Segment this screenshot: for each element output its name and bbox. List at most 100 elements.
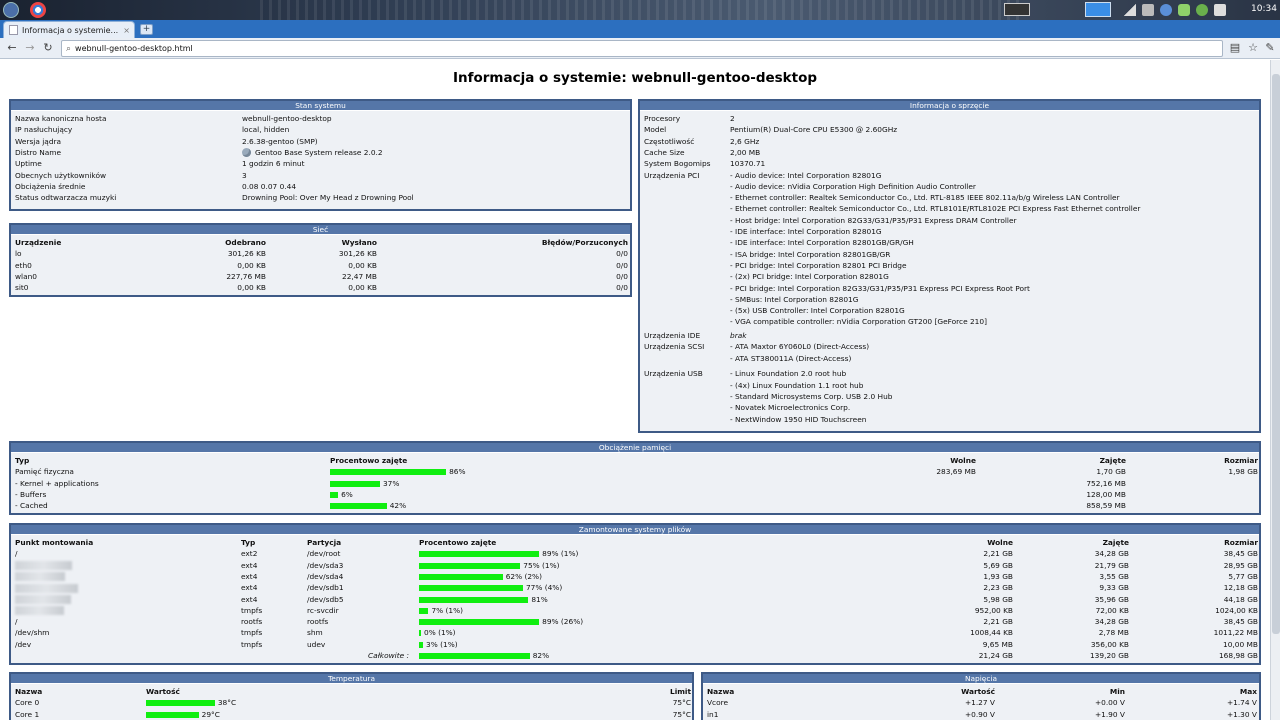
used: 3,55 GB: [1099, 571, 1129, 581]
row-value: 10370.71: [730, 159, 766, 169]
usage-bar: [419, 562, 521, 569]
search-icon: ⌕: [66, 43, 72, 54]
row-value: 3: [242, 170, 247, 181]
forward-icon[interactable]: →: [23, 41, 37, 55]
table-row: wlan0 227,76 MB 22,47 MB 0/0: [11, 271, 630, 282]
col-header: Procentowo zajęte: [419, 538, 497, 547]
battery-icon[interactable]: [1214, 4, 1226, 16]
panel-title: Sieć: [11, 225, 630, 235]
usb-device: - Novatek Microelectronics Corp.: [640, 402, 1259, 413]
row-label: Cache Size: [644, 147, 685, 157]
usage-cell: 37%: [330, 478, 399, 489]
redacted-mount-point: [15, 605, 64, 616]
used: 21,79 GB: [1094, 560, 1129, 570]
table-row: sit0 0,00 KB 0,00 KB 0/0: [11, 282, 630, 293]
workspace-active[interactable]: [1085, 2, 1111, 17]
device-name: - Ethernet controller: Realtek Semicondu…: [730, 193, 1120, 203]
usage-cell: 42%: [330, 500, 406, 511]
usage-percent: 89% (1%): [542, 549, 579, 559]
usb-device: - Standard Microsystems Corp. USB 2.0 Hu…: [640, 391, 1259, 402]
size: 44,18 GB: [1223, 594, 1258, 604]
used: 72,00 KB: [1095, 605, 1129, 615]
device-name: - Linux Foundation 2.0 root hub: [730, 369, 847, 379]
row-value: 1 godzin 6 minut: [242, 158, 305, 169]
received: 301,26 KB: [227, 249, 266, 259]
device-name: - PCI bridge: Intel Corporation 82801 PC…: [730, 260, 907, 270]
back-icon[interactable]: ←: [5, 41, 19, 55]
volume-icon[interactable]: [1142, 4, 1154, 16]
new-tab-button[interactable]: +: [140, 24, 153, 35]
vertical-scrollbar[interactable]: [1270, 60, 1280, 720]
clock[interactable]: 10:34: [1251, 4, 1277, 14]
close-tab-icon[interactable]: ×: [123, 26, 130, 35]
page-menu-icon[interactable]: ▤: [1228, 41, 1242, 55]
received: 227,76 MB: [226, 271, 266, 281]
sensor-name: Core 1: [15, 709, 40, 719]
memory-type: - Buffers: [15, 489, 47, 499]
col-header: Rozmiar: [1224, 456, 1258, 465]
filesystems-panel: Zamontowane systemy plików Punkt montowa…: [9, 523, 1261, 665]
pci-device: - PCI bridge: Intel Corporation 82G33/G3…: [640, 283, 1259, 294]
page-favicon-icon: [9, 25, 18, 35]
size: 28,95 GB: [1223, 560, 1258, 570]
network-icon[interactable]: [1178, 4, 1190, 16]
scsi-device: - ATA Maxtor 6Y060L0 (Direct-Access): [640, 341, 1259, 352]
system-status-panel: Stan systemu Nazwa kanoniczna hosta webnu…: [9, 99, 632, 211]
table-row: Pamięć fizyczna 86% 283,69 MB 1,70 GB 1,98 G…: [11, 466, 1259, 477]
row-value-text: webnull-gentoo-desktop: [242, 114, 332, 123]
used: 35,96 GB: [1094, 594, 1129, 604]
menu-icon[interactable]: [3, 2, 19, 18]
usb-device: - NextWindow 1950 HID Touchscreen: [640, 414, 1259, 425]
sent: 301,26 KB: [338, 249, 377, 259]
table-row: ext4/dev/sda4 62% (2%) 1,93 GB 3,55 GB 5,77 …: [11, 571, 1259, 582]
system-row: Nazwa kanoniczna hosta webnull-gentoo-des…: [11, 113, 630, 124]
address-bar[interactable]: ⌕ webnull-gentoo-desktop.html: [61, 40, 1223, 57]
table-row: Core 0 38°C 75°C: [11, 697, 692, 708]
device-name: - Audio device: nVidia Corporation High …: [730, 181, 976, 191]
usage-percent: 7% (1%): [431, 605, 464, 615]
used: 752,16 MB: [1086, 478, 1126, 488]
usage-percent: 62% (2%): [505, 571, 542, 581]
sent: 0,00 KB: [348, 260, 377, 270]
usage-bar: [419, 585, 523, 592]
bluetooth-icon[interactable]: [1160, 4, 1172, 16]
device-name: sit0: [15, 283, 29, 293]
used: 128,00 MB: [1086, 489, 1126, 499]
wrench-icon[interactable]: ✎: [1263, 41, 1277, 55]
pci-device: - ISA bridge: Intel Corporation 82801GB/…: [640, 249, 1259, 260]
redaction-blur: [15, 595, 71, 604]
errors: 0/0: [616, 249, 628, 259]
bookmark-icon[interactable]: ☆: [1246, 41, 1260, 55]
chat-icon[interactable]: [1196, 4, 1208, 16]
usage-percent: 42%: [389, 501, 407, 511]
table-row: - Cached 42% 858,59 MB: [11, 500, 1259, 511]
signal-icon[interactable]: [1124, 4, 1136, 16]
table-header: Urządzenie Odebrano Wysłano Błędów/Porzucon…: [11, 237, 630, 248]
size: 1,98 GB: [1228, 467, 1258, 477]
row-label: Procesory: [644, 114, 681, 123]
browser-tab[interactable]: Informacja o systemie... ×: [3, 21, 135, 38]
partition: rc-svcdir: [307, 605, 339, 615]
value: +1.27 V: [964, 698, 995, 708]
used: 356,00 KB: [1090, 639, 1129, 649]
memory-type: - Cached: [15, 501, 48, 511]
usage-percent: 82%: [532, 651, 550, 660]
row-value-text: 1 godzin 6 minut: [242, 159, 305, 169]
system-row: Uptime 1 godzin 6 minut: [11, 158, 630, 169]
browser-launcher-icon[interactable]: [30, 2, 46, 18]
scrollbar-thumb[interactable]: [1272, 74, 1280, 634]
row-value: 2,00 MB: [730, 147, 761, 157]
size: 38,45 GB: [1223, 617, 1258, 627]
usage-percent: 81%: [531, 594, 548, 604]
reload-icon[interactable]: ↻: [41, 41, 55, 55]
table-row: ext4/dev/sdb1 77% (4%) 2,23 GB 9,33 GB 12,18…: [11, 582, 1259, 593]
row-value: 2: [730, 114, 735, 123]
voltage-panel: Napięcia Nazwa Wartość Min Max Vcore +1.27 V +…: [701, 672, 1261, 720]
window-list-button[interactable]: [1004, 3, 1030, 16]
partition: rootfs: [307, 617, 329, 627]
size: 1011,22 MB: [1213, 628, 1258, 638]
value: +0.90 V: [964, 709, 995, 719]
col-header: Typ: [241, 538, 256, 547]
device-name: - Host bridge: Intel Corporation 82G33/G…: [730, 215, 1017, 225]
col-header: Wartość: [961, 687, 995, 696]
